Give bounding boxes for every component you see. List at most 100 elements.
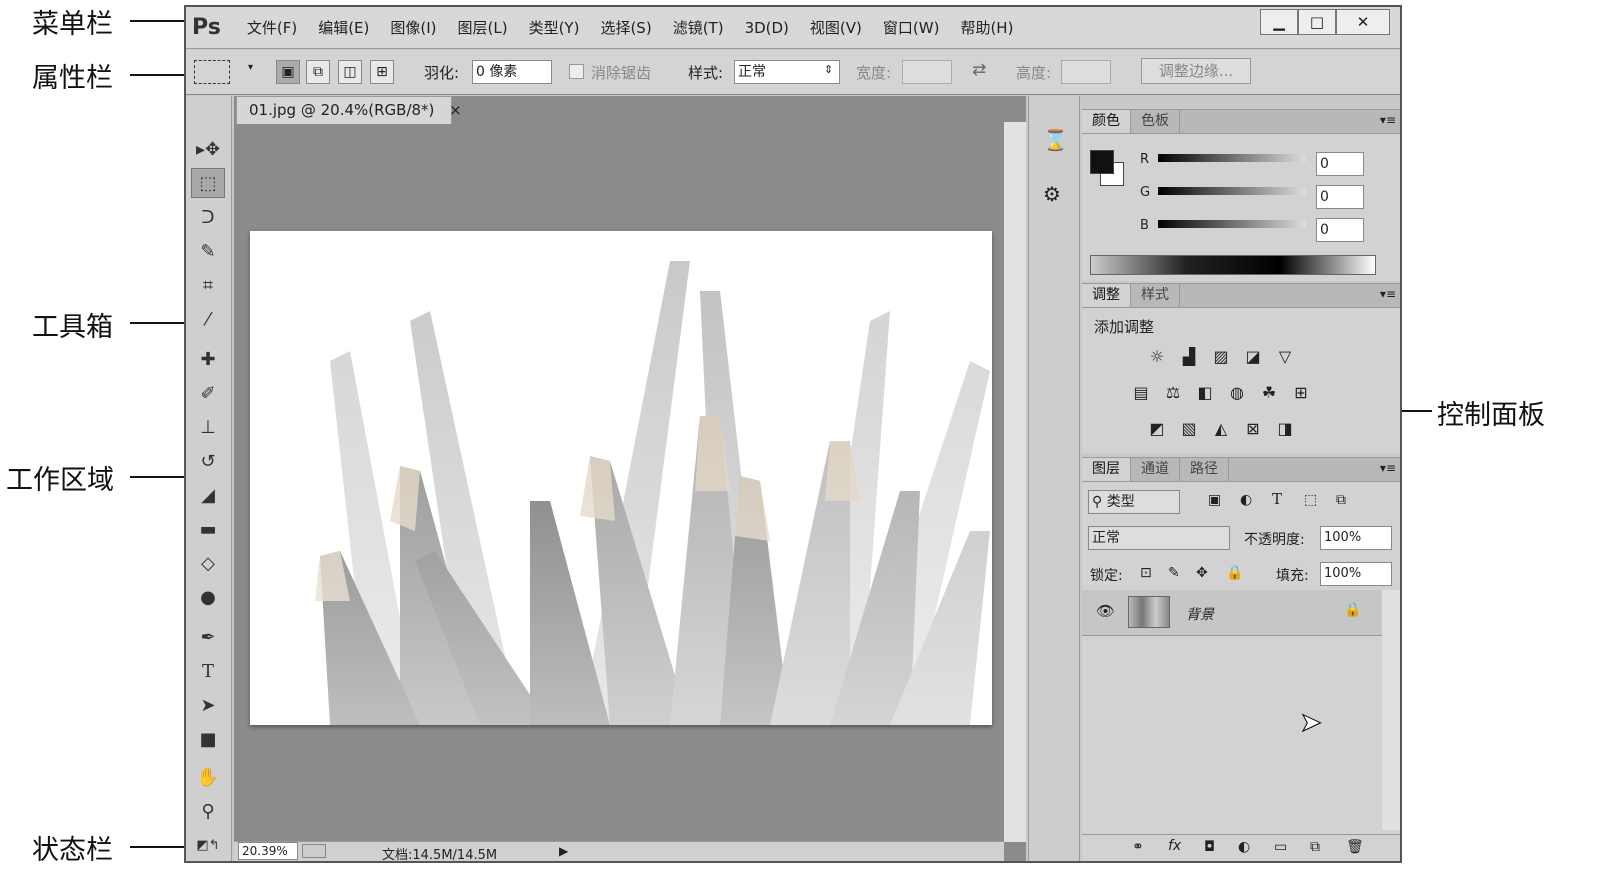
menu-edit[interactable]: 编辑(E) xyxy=(318,17,369,38)
opacity-input[interactable]: 100% xyxy=(1320,526,1392,550)
antialias-checkbox[interactable] xyxy=(569,64,584,79)
path-select-tool-icon[interactable]: ➤ xyxy=(191,690,225,720)
panel-menu-icon[interactable]: ▾≡ xyxy=(1380,461,1396,475)
height-input[interactable] xyxy=(1061,60,1111,84)
eye-icon[interactable]: 👁 xyxy=(1096,602,1115,620)
eraser-tool-icon[interactable]: ◢ xyxy=(191,480,225,510)
new-selection-icon[interactable]: ▣ xyxy=(276,60,300,84)
image-canvas[interactable] xyxy=(250,231,992,725)
vibrance-icon[interactable]: ▽ xyxy=(1274,347,1296,367)
black-white-icon[interactable]: ◧ xyxy=(1194,383,1216,403)
channel-r-input[interactable]: 0 xyxy=(1316,152,1364,176)
delete-icon[interactable]: 🗑 xyxy=(1346,839,1364,855)
history-panel-icon[interactable]: ⌛ xyxy=(1043,128,1068,152)
gradient-map-icon[interactable]: ◨ xyxy=(1274,419,1296,439)
lock-transparency-icon[interactable]: ⊡ xyxy=(1140,565,1152,581)
color-swatch-icon[interactable]: ◩↰ xyxy=(191,830,225,860)
curves-icon[interactable]: ▨ xyxy=(1210,347,1232,367)
color-balance-icon[interactable]: ⚖ xyxy=(1162,383,1184,403)
healing-brush-tool-icon[interactable]: ✚ xyxy=(191,344,225,374)
width-input[interactable] xyxy=(902,60,952,84)
channel-r-slider[interactable] xyxy=(1158,154,1306,162)
lock-position-icon[interactable]: ✥ xyxy=(1196,565,1208,581)
menu-view[interactable]: 视图(V) xyxy=(810,17,862,38)
maximize-button[interactable]: □ xyxy=(1298,9,1336,35)
add-selection-icon[interactable]: ⧉ xyxy=(306,60,330,84)
lasso-tool-icon[interactable]: ᑐ xyxy=(191,202,225,232)
channel-b-slider[interactable] xyxy=(1158,220,1306,228)
minimize-button[interactable]: ▁ xyxy=(1260,9,1298,35)
lock-all-icon[interactable]: 🔒 xyxy=(1226,565,1243,581)
crop-tool-icon[interactable]: ⌗ xyxy=(191,270,225,300)
tab-paths[interactable]: 路径 xyxy=(1180,458,1229,481)
shape-tool-icon[interactable]: ■ xyxy=(191,724,225,754)
invert-icon[interactable]: ◩ xyxy=(1146,419,1168,439)
tab-adjustments[interactable]: 调整 xyxy=(1082,284,1131,307)
filter-shape-icon[interactable]: ⬚ xyxy=(1304,492,1317,508)
eyedropper-tool-icon[interactable]: ⁄ xyxy=(191,304,225,334)
menu-image[interactable]: 图像(I) xyxy=(390,17,436,38)
filter-adjust-icon[interactable]: ◐ xyxy=(1240,492,1252,508)
menu-select[interactable]: 选择(S) xyxy=(600,17,651,38)
chevron-down-icon[interactable]: ▾ xyxy=(248,62,253,73)
vertical-scrollbar[interactable] xyxy=(1004,122,1026,842)
marquee-tool-icon[interactable]: ⬚ xyxy=(191,168,225,198)
history-brush-tool-icon[interactable]: ↺ xyxy=(191,446,225,476)
lock-pixels-icon[interactable]: ✎ xyxy=(1168,565,1180,581)
mask-icon[interactable]: ◘ xyxy=(1204,839,1215,855)
blend-mode-select[interactable]: 正常 xyxy=(1088,526,1230,550)
adjustment-layer-icon[interactable]: ◐ xyxy=(1238,839,1250,855)
layer-filter-select[interactable]: ⚲ 类型 xyxy=(1088,490,1180,514)
clone-stamp-tool-icon[interactable]: ⊥ xyxy=(191,412,225,442)
threshold-icon[interactable]: ◭ xyxy=(1210,419,1232,439)
channel-g-input[interactable]: 0 xyxy=(1316,185,1364,209)
menu-filter[interactable]: 滤镜(T) xyxy=(673,17,724,38)
subtract-selection-icon[interactable]: ◫ xyxy=(338,60,362,84)
fill-input[interactable]: 100% xyxy=(1320,562,1392,586)
document-tab[interactable]: 01.jpg @ 20.4%(RGB/8*) × xyxy=(236,96,462,124)
hand-tool-icon[interactable]: ✋ xyxy=(191,762,225,792)
tab-layers[interactable]: 图层 xyxy=(1082,458,1131,481)
layer-row[interactable]: 👁 背景 🔒 xyxy=(1082,590,1382,636)
type-tool-icon[interactable]: T xyxy=(191,656,225,686)
menu-3d[interactable]: 3D(D) xyxy=(745,19,789,37)
quick-select-tool-icon[interactable]: ✎ xyxy=(191,236,225,266)
channel-b-input[interactable]: 0 xyxy=(1316,218,1364,242)
status-menu-arrow-icon[interactable]: ▶ xyxy=(559,844,568,858)
tab-swatches[interactable]: 色板 xyxy=(1131,110,1180,133)
fx-icon[interactable]: fx xyxy=(1168,838,1181,854)
selective-color-icon[interactable]: ⊠ xyxy=(1242,419,1264,439)
feather-input[interactable]: 0 像素 xyxy=(472,60,552,84)
filter-smart-icon[interactable]: ⧉ xyxy=(1336,492,1346,508)
dodge-tool-icon[interactable]: ● xyxy=(191,582,225,612)
swap-icon[interactable]: ⇄ xyxy=(972,60,986,80)
blur-tool-icon[interactable]: ◇ xyxy=(191,548,225,578)
filter-pixel-icon[interactable]: ▣ xyxy=(1208,492,1221,508)
panel-menu-icon[interactable]: ▾≡ xyxy=(1380,113,1396,127)
rect-marquee-preset-icon[interactable] xyxy=(194,60,230,84)
properties-panel-icon[interactable]: ⚙ xyxy=(1043,182,1061,206)
intersect-selection-icon[interactable]: ⊞ xyxy=(370,60,394,84)
refine-edge-button[interactable]: 调整边缘... xyxy=(1141,58,1251,84)
tab-color[interactable]: 颜色 xyxy=(1082,110,1131,133)
posterize-icon[interactable]: ▧ xyxy=(1178,419,1200,439)
brush-tool-icon[interactable]: ✐ xyxy=(191,378,225,408)
tab-channels[interactable]: 通道 xyxy=(1131,458,1180,481)
close-button[interactable]: ✕ xyxy=(1336,9,1390,35)
photo-filter-icon[interactable]: ◍ xyxy=(1226,383,1248,403)
move-tool-icon[interactable]: ▸✥ xyxy=(191,134,225,164)
color-ramp[interactable] xyxy=(1090,255,1376,275)
brightness-icon[interactable]: ☼ xyxy=(1146,347,1168,367)
color-lookup-icon[interactable]: ⊞ xyxy=(1290,383,1312,403)
group-icon[interactable]: ▭ xyxy=(1274,839,1287,855)
tab-styles[interactable]: 样式 xyxy=(1131,284,1180,307)
menu-type[interactable]: 类型(Y) xyxy=(529,17,580,38)
filter-type-icon[interactable]: T xyxy=(1272,490,1282,508)
zoom-tool-icon[interactable]: ⚲ xyxy=(191,796,225,826)
levels-icon[interactable]: ▟ xyxy=(1178,347,1200,367)
new-layer-icon[interactable]: ⧉ xyxy=(1310,839,1320,855)
panel-menu-icon[interactable]: ▾≡ xyxy=(1380,287,1396,301)
pen-tool-icon[interactable]: ✒ xyxy=(191,622,225,652)
menu-layer[interactable]: 图层(L) xyxy=(458,17,508,38)
channel-g-slider[interactable] xyxy=(1158,187,1306,195)
